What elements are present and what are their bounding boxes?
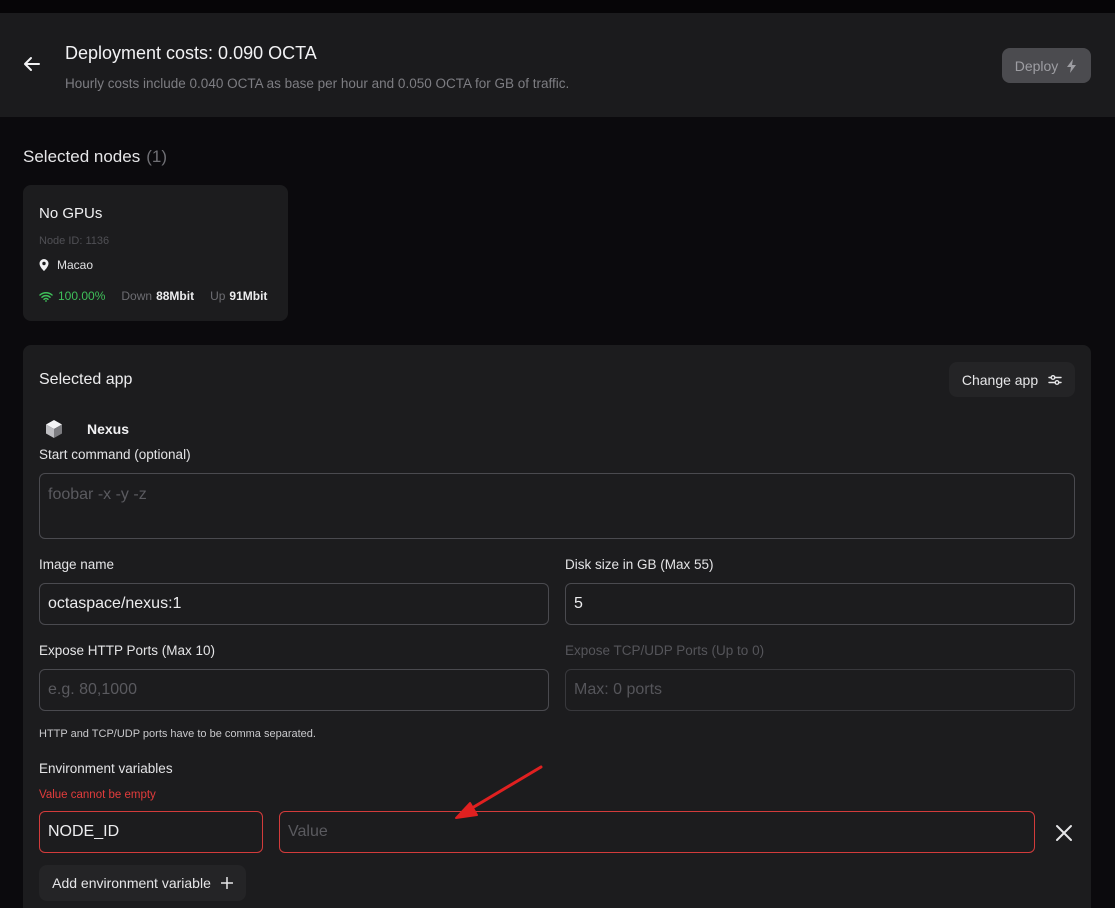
cube-icon <box>46 420 62 438</box>
lightning-icon <box>1067 58 1077 73</box>
selected-nodes-title: Selected nodes (1) <box>23 147 167 167</box>
change-app-label: Change app <box>961 371 1039 388</box>
page-title: Deployment costs: 0.090 OCTA <box>65 43 317 63</box>
top-strip <box>0 0 1115 13</box>
tcp-ports-label: Expose TCP/UDP Ports (Up to 0) <box>565 643 765 658</box>
app-name: Nexus <box>87 421 130 437</box>
add-env-var-button[interactable]: Add environment variable <box>39 865 246 901</box>
wifi-icon <box>39 291 53 302</box>
http-ports-label: Expose HTTP Ports (Max 10) <box>39 643 216 658</box>
env-vars-label: Environment variables <box>39 761 173 776</box>
down-value: 88Mbit <box>156 289 195 303</box>
node-uptime: 100.00% <box>39 289 105 303</box>
deploy-label: Deploy <box>1014 57 1059 74</box>
node-stats: 100.00% Down 88Mbit Up 91Mbit <box>39 289 267 303</box>
selected-nodes-count: (1) <box>146 147 167 166</box>
page-header: Deployment costs: 0.090 OCTA Hourly cost… <box>0 13 1115 117</box>
start-command-input[interactable]: foobar -x -y -z <box>39 473 1075 539</box>
start-command-label: Start command (optional) <box>39 447 191 462</box>
plus-icon <box>220 877 233 889</box>
down-label: Down <box>121 289 153 303</box>
up-value: 91Mbit <box>229 289 268 303</box>
selected-app-title: Selected app <box>39 371 133 388</box>
close-icon <box>1056 825 1072 841</box>
node-location-text: Macao <box>57 258 94 272</box>
back-arrow-icon[interactable] <box>22 54 42 74</box>
deploy-button[interactable]: Deploy <box>1002 48 1091 83</box>
uptime-value: 100.00% <box>58 289 106 303</box>
disk-size-input[interactable]: 5 <box>565 583 1075 625</box>
node-name: No GPUs <box>39 205 103 222</box>
env-key-input[interactable]: NODE_ID <box>39 811 263 853</box>
env-value-input[interactable]: Value <box>279 811 1035 853</box>
add-env-var-label: Add environment variable <box>52 875 211 891</box>
up-label: Up <box>210 289 226 303</box>
ports-hint: HTTP and TCP/UDP ports have to be comma … <box>39 728 316 740</box>
selected-app-panel: Selected app Change app Nexus Start comm… <box>23 345 1091 908</box>
node-id: Node ID: 1136 <box>39 235 110 247</box>
change-app-button[interactable]: Change app <box>949 362 1075 397</box>
node-card[interactable]: No GPUs Node ID: 1136 Macao 100.00% Down… <box>23 185 288 321</box>
tcp-ports-input[interactable]: Max: 0 ports <box>565 669 1075 711</box>
disk-size-label: Disk size in GB (Max 55) <box>565 557 714 572</box>
cost-description: Hourly costs include 0.040 OCTA as base … <box>65 76 570 91</box>
location-pin-icon <box>39 259 49 271</box>
selected-nodes-label: Selected nodes <box>23 147 141 166</box>
remove-env-var-button[interactable] <box>1052 821 1076 845</box>
node-location: Macao <box>39 258 93 272</box>
image-name-label: Image name <box>39 557 115 572</box>
sliders-icon <box>1048 374 1062 385</box>
image-name-input[interactable]: octaspace/nexus:1 <box>39 583 549 625</box>
env-error-message: Value cannot be empty <box>39 789 156 801</box>
http-ports-input[interactable]: e.g. 80,1000 <box>39 669 549 711</box>
app-info: Nexus <box>45 419 129 439</box>
